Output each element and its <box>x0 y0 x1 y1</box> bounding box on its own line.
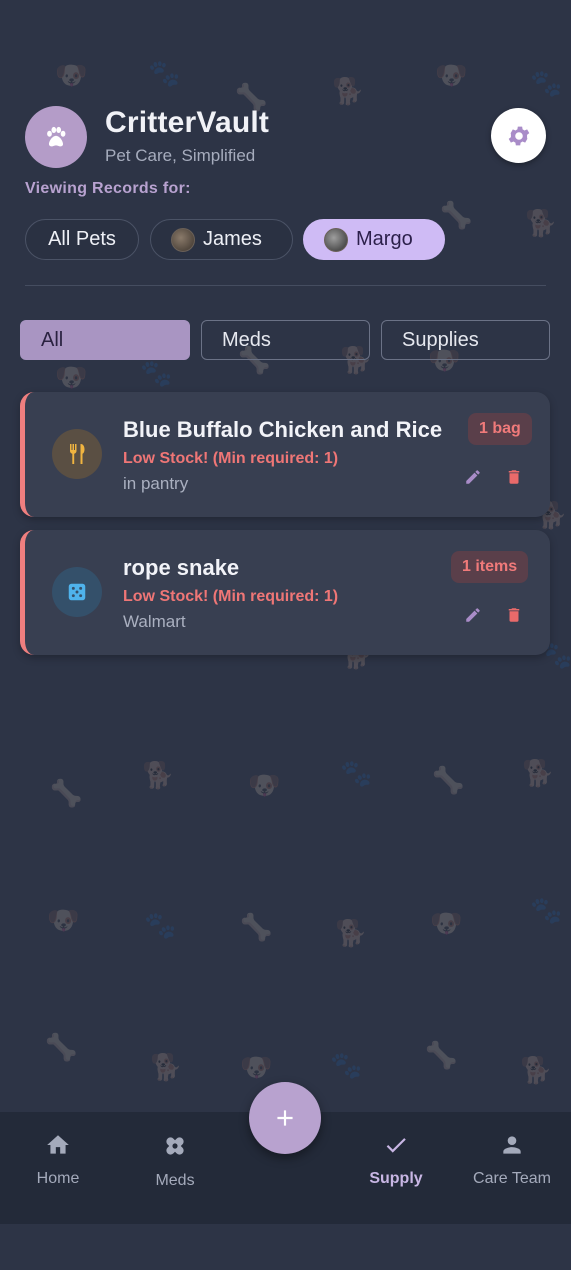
dog-icon: 🐕 <box>142 760 175 790</box>
tab-all[interactable]: All <box>20 320 190 360</box>
tab-label: Meds <box>222 328 271 351</box>
delete-button[interactable] <box>502 603 526 627</box>
app-subtitle: Pet Care, Simplified <box>105 146 256 165</box>
pet-filter-label: James <box>203 228 262 250</box>
supply-card[interactable]: rope snake Low Stock! (Min required: 1) … <box>20 530 550 655</box>
quantity-badge: 1 items <box>451 551 529 583</box>
check-icon <box>386 1138 406 1153</box>
paw-print-icon: 🐾 <box>340 758 373 788</box>
system-gesture-area <box>0 1224 571 1270</box>
dog-icon: 🐕 <box>335 918 368 948</box>
app-title: CritterVault <box>105 106 270 139</box>
tab-meds[interactable]: Meds <box>201 320 370 360</box>
nav-item-meds[interactable]: Meds <box>120 1132 230 1190</box>
supply-category-icon <box>52 429 102 479</box>
quantity-badge: 1 bag <box>468 413 532 445</box>
bone-icon: 🦴 <box>50 778 83 808</box>
paw-print-icon: 🐾 <box>330 1050 363 1080</box>
plus-icon <box>277 1110 293 1126</box>
settings-button[interactable] <box>491 108 546 163</box>
edit-button[interactable] <box>461 603 485 627</box>
bone-icon: 🦴 <box>425 1040 458 1070</box>
dog-icon: 🐶 <box>55 60 88 90</box>
dog-icon: 🐶 <box>430 908 463 938</box>
supply-location: in pantry <box>123 474 189 493</box>
dog-icon: 🐶 <box>47 905 80 935</box>
dice-icon <box>68 583 86 601</box>
tab-label: Supplies <box>402 328 479 351</box>
bone-icon: 🦴 <box>45 1032 78 1062</box>
supply-location: Walmart <box>123 612 186 631</box>
dog-icon: 🐕 <box>150 1052 183 1082</box>
nav-label: Supply <box>369 1170 423 1187</box>
divider <box>25 285 546 286</box>
nav-label: Meds <box>155 1172 195 1189</box>
nav-label: Home <box>36 1170 80 1187</box>
tab-supplies[interactable]: Supplies <box>381 320 550 360</box>
nav-item-home[interactable]: Home <box>3 1132 113 1188</box>
pet-filter-james[interactable]: James <box>150 219 293 260</box>
add-button[interactable] <box>249 1082 321 1154</box>
bone-icon: 🦴 <box>240 912 273 942</box>
supply-name: Blue Buffalo Chicken and Rice <box>123 417 443 442</box>
paw-print-icon: 🐾 <box>530 895 563 925</box>
pencil-icon <box>466 608 480 622</box>
pet-filter-all[interactable]: All Pets <box>25 219 139 260</box>
person-icon <box>503 1136 521 1154</box>
dog-icon: 🐶 <box>248 770 281 800</box>
dog-icon: 🐶 <box>240 1052 273 1082</box>
nav-item-supply[interactable]: Supply <box>341 1132 451 1188</box>
supply-name: rope snake <box>123 555 240 580</box>
pet-filter-margo[interactable]: Margo <box>303 219 445 260</box>
fork-knife-icon <box>70 444 85 464</box>
paw-print-icon: 🐾 <box>144 910 177 940</box>
pet-avatar <box>171 227 195 252</box>
pet-avatar <box>324 227 348 252</box>
paw-print-icon: 🐾 <box>140 358 173 388</box>
bandage-icon <box>166 1137 184 1155</box>
dog-icon: 🐕 <box>520 1055 553 1085</box>
app-logo <box>25 106 87 168</box>
gear-icon <box>508 126 529 145</box>
paw-print-icon: 🐾 <box>148 58 181 88</box>
dog-icon: 🐕 <box>522 758 555 788</box>
pencil-icon <box>466 470 480 484</box>
delete-button[interactable] <box>502 465 526 489</box>
trash-icon <box>508 470 520 484</box>
dog-icon: 🐶 <box>55 362 88 392</box>
dog-icon: 🐶 <box>435 60 468 90</box>
trash-icon <box>508 608 520 622</box>
home-icon <box>47 1135 69 1154</box>
low-stock-warning: Low Stock! (Min required: 1) <box>123 450 339 467</box>
nav-label: Care Team <box>473 1170 551 1187</box>
dog-icon: 🐕 <box>332 76 365 106</box>
tab-label: All <box>41 328 64 351</box>
viewing-records-label: Viewing Records for: <box>25 180 191 197</box>
edit-button[interactable] <box>461 465 485 489</box>
pet-filter-label: Margo <box>356 228 413 250</box>
bone-icon: 🦴 <box>432 765 465 795</box>
nav-item-care-team[interactable]: Care Team <box>457 1132 567 1188</box>
dog-icon: 🐕 <box>525 208 558 238</box>
low-stock-warning: Low Stock! (Min required: 1) <box>123 588 339 605</box>
pet-filter-label: All Pets <box>48 228 116 250</box>
supply-card[interactable]: Blue Buffalo Chicken and Rice Low Stock!… <box>20 392 550 517</box>
paw-icon <box>47 126 66 147</box>
bone-icon: 🦴 <box>440 200 473 230</box>
supply-category-icon <box>52 567 102 617</box>
paw-print-icon: 🐾 <box>530 68 563 98</box>
